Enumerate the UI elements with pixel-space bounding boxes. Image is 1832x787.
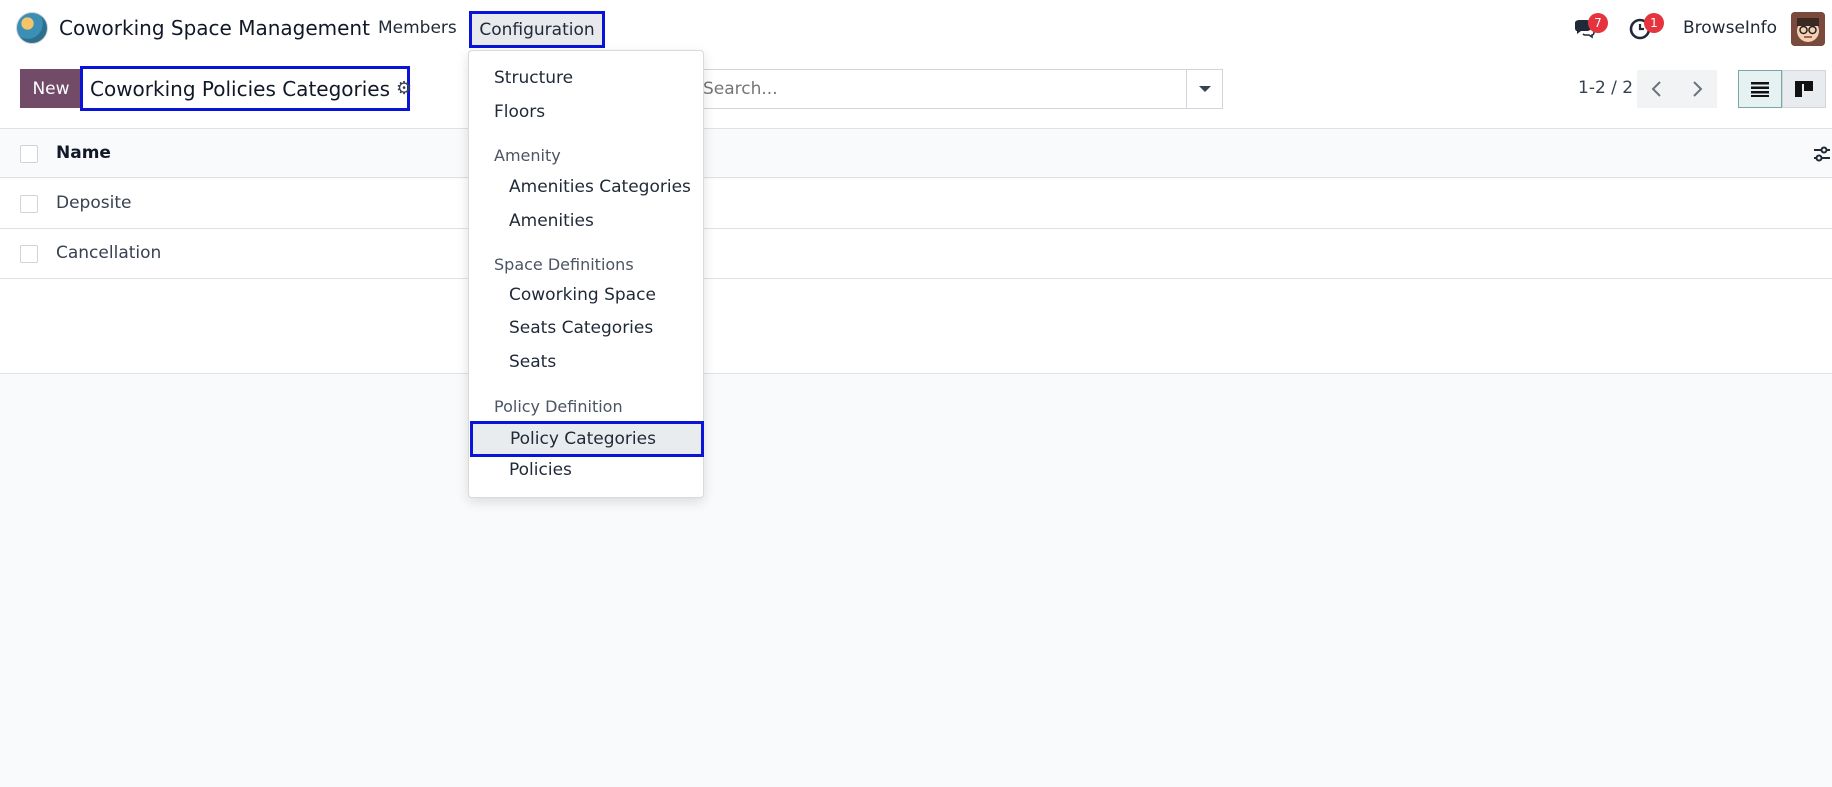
app-name[interactable]: Coworking Space Management bbox=[59, 16, 370, 40]
empty-row bbox=[0, 279, 1832, 327]
breadcrumb: Coworking Policies Categories ⚙ bbox=[80, 66, 412, 111]
app-logo-icon[interactable] bbox=[16, 12, 48, 44]
user-name[interactable]: BrowseInfo bbox=[1683, 18, 1777, 38]
list-view-icon bbox=[1751, 82, 1769, 97]
row-checkbox[interactable] bbox=[20, 195, 38, 213]
configuration-dropdown: Structure Floors Amenity Amenities Categ… bbox=[468, 50, 704, 498]
menu-configuration[interactable]: Configuration bbox=[469, 11, 605, 48]
search-options-toggle-icon[interactable] bbox=[1186, 70, 1222, 108]
dropdown-item-seats-categories[interactable]: Seats Categories bbox=[509, 318, 653, 338]
activity-badge: 1 bbox=[1644, 13, 1664, 33]
dropdown-section-policy-definition: Policy Definition bbox=[494, 397, 623, 416]
dropdown-item-floors[interactable]: Floors bbox=[494, 102, 545, 122]
row-name: Cancellation bbox=[56, 243, 162, 263]
kanban-view-button[interactable] bbox=[1782, 70, 1826, 108]
dropdown-item-policy-categories[interactable]: Policy Categories bbox=[470, 421, 704, 457]
pager-value[interactable]: 1-2 / 2 bbox=[1578, 78, 1633, 98]
page-title: Coworking Policies Categories bbox=[90, 76, 391, 101]
control-panel: New Coworking Policies Categories ⚙ 1-2 … bbox=[0, 57, 1832, 129]
search-input[interactable] bbox=[701, 70, 1186, 108]
dropdown-item-amenities-categories[interactable]: Amenities Categories bbox=[509, 177, 691, 197]
list-view-button[interactable] bbox=[1738, 70, 1782, 108]
avatar[interactable] bbox=[1791, 12, 1825, 46]
row-checkbox[interactable] bbox=[20, 245, 38, 263]
dropdown-item-coworking-space[interactable]: Coworking Space bbox=[509, 285, 656, 305]
empty-row bbox=[0, 326, 1832, 374]
dropdown-item-structure[interactable]: Structure bbox=[494, 68, 573, 88]
dropdown-item-seats[interactable]: Seats bbox=[509, 352, 556, 372]
row-name: Deposite bbox=[56, 193, 132, 213]
optional-columns-icon[interactable] bbox=[1812, 144, 1832, 164]
column-header-name[interactable]: Name bbox=[56, 143, 111, 163]
chat-icon[interactable]: 7 bbox=[1572, 13, 1608, 41]
gear-icon[interactable]: ⚙ bbox=[396, 78, 412, 99]
chat-badge: 7 bbox=[1588, 13, 1608, 33]
menu-configuration-label: Configuration bbox=[479, 19, 595, 40]
activity-clock-icon[interactable]: 1 bbox=[1628, 13, 1664, 41]
dropdown-item-policies[interactable]: Policies bbox=[509, 460, 572, 480]
table-row[interactable]: Cancellation bbox=[0, 229, 1832, 279]
menu-members[interactable]: Members bbox=[378, 18, 457, 38]
pager-next-button[interactable] bbox=[1677, 70, 1717, 108]
dropdown-item-policy-categories-label: Policy Categories bbox=[510, 429, 656, 449]
list-header: Name bbox=[0, 130, 1832, 178]
search-box bbox=[700, 69, 1223, 109]
dropdown-item-amenities[interactable]: Amenities bbox=[509, 211, 594, 231]
table-row[interactable]: Deposite bbox=[0, 179, 1832, 229]
dropdown-section-space-definitions: Space Definitions bbox=[494, 255, 634, 274]
new-button[interactable]: New bbox=[20, 69, 82, 108]
top-navbar: Coworking Space Management Members Confi… bbox=[0, 0, 1832, 57]
kanban-view-icon bbox=[1795, 81, 1813, 97]
dropdown-section-amenity: Amenity bbox=[494, 146, 561, 165]
select-all-checkbox[interactable] bbox=[20, 145, 38, 163]
pager-previous-button[interactable] bbox=[1637, 70, 1677, 108]
